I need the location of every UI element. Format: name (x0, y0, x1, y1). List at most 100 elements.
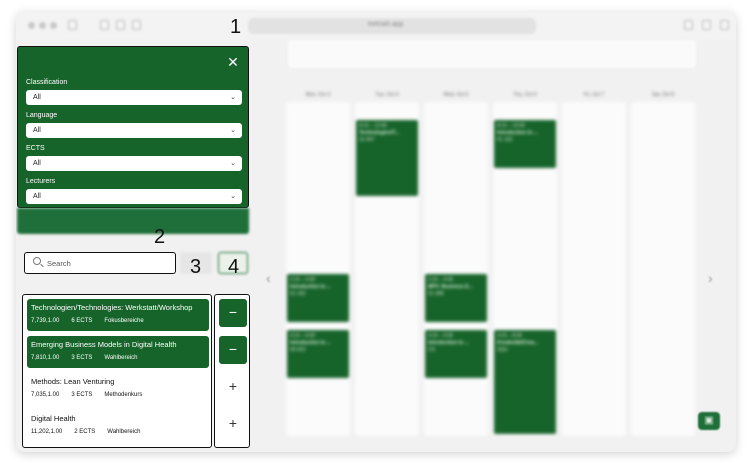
day-header: Tue, Oct 4 (375, 92, 399, 98)
event-text: Introduction to ... (497, 130, 538, 136)
lecturers-select[interactable]: All ⌄ (26, 189, 242, 204)
event-text: 4:15 – 6:00 (428, 333, 454, 339)
language-select[interactable]: All ⌄ (26, 123, 242, 138)
close-icon[interactable]: ✕ (226, 55, 240, 69)
event-text: 8:15 – 12:00 (359, 123, 387, 129)
course-code: 7,739,1.00 (31, 318, 60, 324)
event-text: Kreativität/Crea... (497, 340, 539, 346)
course-list: Technologien/Technologies: Werkstatt/Wor… (22, 294, 212, 448)
window-close-dot-icon[interactable] (28, 22, 35, 29)
course-meta: 11,202,1.00 2 ECTS Wahlbereich (31, 429, 205, 435)
course-category: Wahlbereich (107, 429, 141, 435)
add-course-button[interactable]: + (219, 410, 247, 438)
share-icon[interactable] (702, 20, 711, 30)
window-zoom-dot-icon[interactable] (50, 22, 57, 29)
course-code: 7,035,1.00 (31, 392, 60, 398)
calendar-event[interactable]: 8:15 – 10:00 Introduction to ... 01-162 (494, 120, 556, 168)
day-column: Tue, Oct 4 8:15 – 12:00 Technologien/T... 2… (355, 92, 419, 436)
course-title: Methods: Lean Venturing (31, 377, 115, 386)
ects-select[interactable]: All ⌄ (26, 156, 242, 171)
back-icon[interactable] (100, 20, 109, 30)
chevron-down-icon: ⌄ (230, 160, 236, 167)
chevron-down-icon: ⌄ (230, 193, 236, 200)
event-text: Introduction to ... (290, 340, 331, 346)
course-code: 7,810,1.00 (31, 355, 60, 361)
window-minimize-dot-icon[interactable] (39, 22, 46, 29)
course-item[interactable]: Emerging Business Models in Digital Heal… (27, 336, 209, 368)
remove-course-button[interactable]: − (219, 299, 247, 327)
tab-overview-icon[interactable] (116, 20, 125, 30)
calendar-event[interactable]: 4:15 – 8:00 Kreativität/Crea... SQU (494, 330, 556, 434)
day-header: Sat, Oct 8 (651, 92, 675, 98)
calendar-event[interactable]: 2:15 – 4:00 Introduction to ... 01-162 (287, 274, 349, 322)
course-actions: − − + + (214, 294, 250, 448)
search-input[interactable] (47, 257, 167, 269)
download-icon[interactable] (684, 20, 693, 30)
course-meta: 7,810,1.00 3 ECTS Wahlbereich (31, 355, 205, 361)
add-course-button[interactable]: + (219, 373, 247, 401)
course-title: Emerging Business Models in Digital Heal… (31, 340, 177, 349)
event-text: 01-308 (428, 291, 444, 297)
filter-label-ects: ECTS (26, 145, 45, 152)
filter-label-classification: Classification (26, 79, 68, 86)
filter-label-language: Language (26, 112, 58, 119)
event-text: 4:15 – 8:00 (497, 333, 523, 339)
course-category: Methodenkurs (104, 392, 143, 398)
course-category: Fokusbereiche (104, 318, 144, 324)
course-item[interactable]: Methods: Lean Venturing 7,035,1.00 3 ECTS… (27, 373, 209, 405)
remove-course-button[interactable]: − (219, 336, 247, 364)
filter-label-lecturers: Lecturers (26, 178, 56, 185)
day-column: Fri, Oct 7 (562, 92, 626, 436)
event-text: 2:15 – 4:00 (290, 277, 316, 283)
callout-3: 3 (190, 256, 202, 278)
course-ects: 3 ECTS (71, 392, 93, 398)
event-text: Introduction to ... (290, 284, 331, 290)
event-text: 01-162 (290, 291, 306, 297)
day-column: Sat, Oct 8 (631, 92, 695, 436)
chevron-right-icon[interactable]: › (708, 270, 713, 286)
course-item[interactable]: Technologien/Technologies: Werkstatt/Wor… (27, 299, 209, 331)
filter-panel-footer (17, 208, 249, 234)
browser-titlebar: tretriatt.app (16, 12, 736, 40)
calendar-event[interactable]: 2:15 – 4:00 MPV: Business E... 01-308 (425, 274, 487, 322)
chevron-left-icon[interactable]: ‹ (266, 270, 271, 286)
event-text: 01-162 (497, 137, 513, 143)
calendar-event[interactable]: 8:15 – 12:00 Technologien/T... 22-007 (356, 120, 418, 196)
day-header: Wed, Oct 5 (443, 92, 469, 98)
lecturers-value: All (33, 193, 41, 200)
callout-1: 1 (230, 16, 242, 38)
new-tab-icon[interactable] (720, 20, 729, 30)
event-text: SQU (497, 347, 508, 353)
search-box[interactable] (24, 252, 176, 274)
course-item[interactable]: Digital Health 11,202,1.00 2 ECTS Wahlbere… (27, 410, 209, 442)
event-text: CS (428, 347, 435, 353)
course-title: Digital Health (31, 414, 76, 423)
event-text: 2:15 – 4:00 (428, 277, 454, 283)
browser-window: tretriatt.app ‹ › Mon, Oct 3 2:15 – 4:00 I… (16, 12, 736, 452)
calendar-export-button[interactable]: ▣ (698, 412, 720, 430)
day-column: Wed, Oct 5 2:15 – 4:00 MPV: Business E... 0… (424, 92, 488, 436)
course-ects: 3 ECTS (71, 355, 93, 361)
week-calendar: Mon, Oct 3 2:15 – 4:00 Introduction to ...… (286, 92, 700, 444)
ects-value: All (33, 160, 41, 167)
address-bar[interactable]: tretriatt.app (248, 18, 536, 34)
language-value: All (33, 127, 41, 134)
filter-panel: ✕ Classification All ⌄ Language All ⌄ EC… (17, 46, 249, 208)
event-text: Technologien/T... (359, 130, 400, 136)
sidebar-toggle-icon[interactable] (68, 20, 77, 30)
callout-2: 2 (154, 226, 166, 248)
shield-icon[interactable] (132, 20, 141, 30)
course-ects: 2 ECTS (74, 429, 96, 435)
search-icon (33, 257, 41, 265)
calendar-event[interactable]: 4:15 – 6:00 Introduction to ... 09-022 (287, 330, 349, 378)
event-text: Introduction to ... (428, 340, 469, 346)
day-header: Thu, Oct 6 (513, 92, 537, 98)
course-ects: 6 ECTS (71, 318, 93, 324)
classification-value: All (33, 94, 41, 101)
calendar-event[interactable]: 4:15 – 6:00 Introduction to ... CS (425, 330, 487, 378)
event-text: 4:15 – 6:00 (290, 333, 316, 339)
event-text: MPV: Business E... (428, 284, 473, 290)
chevron-down-icon: ⌄ (230, 127, 236, 134)
export-icon: ▣ (704, 415, 714, 426)
classification-select[interactable]: All ⌄ (26, 90, 242, 105)
